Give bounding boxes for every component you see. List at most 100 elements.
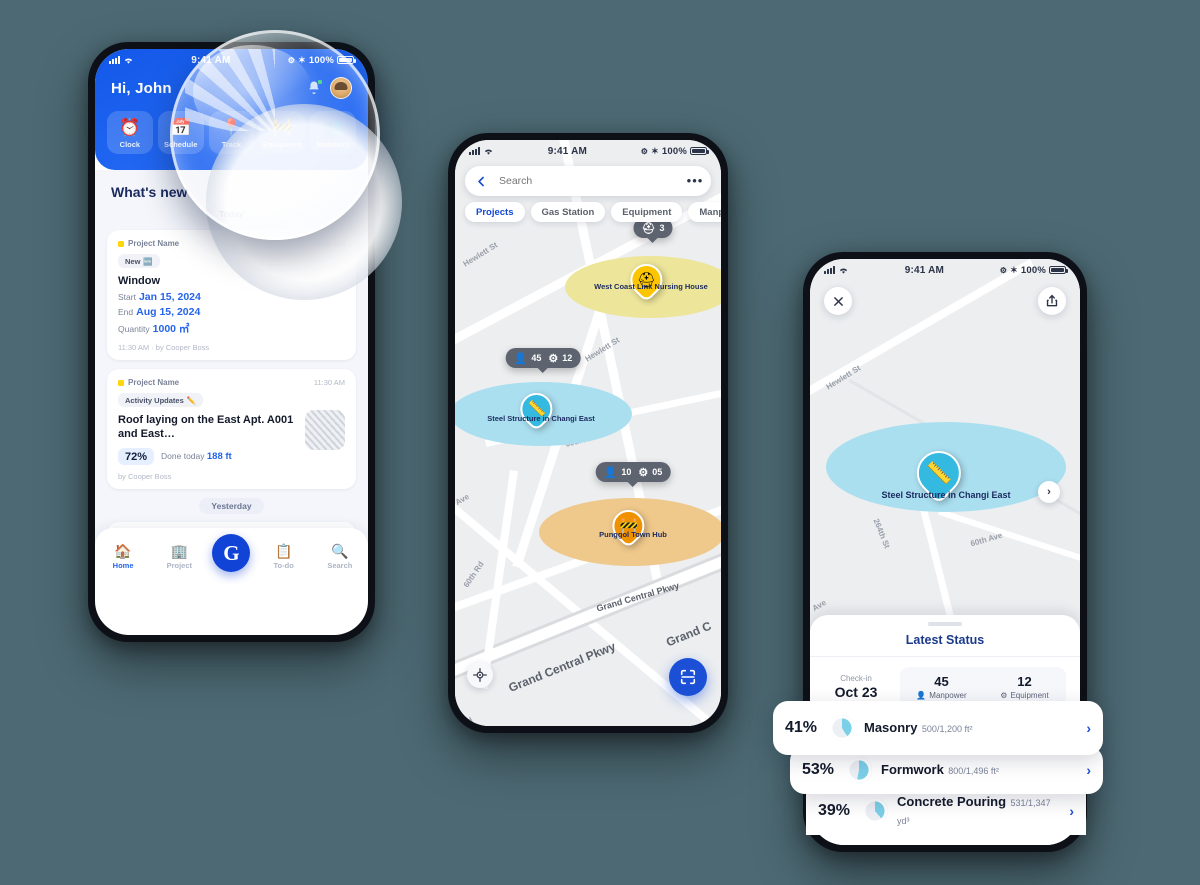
stat-label: Manpower — [929, 690, 967, 700]
road-label: 264th St — [871, 517, 892, 550]
equipment-icon: ⚙ — [638, 466, 649, 479]
back-button[interactable] — [469, 169, 493, 193]
status-time: 9:41 AM — [904, 264, 945, 276]
road-label: 60th Rd — [461, 559, 486, 590]
feed-card[interactable]: Project Name 11:30 AM Activity Updates ✏… — [107, 369, 356, 490]
card-field-quantity: Quantity 1000 ㎡ — [118, 321, 345, 336]
alarm-status-icon: ⚙ — [999, 265, 1008, 275]
share-button[interactable] — [1038, 287, 1066, 315]
map-badge-group[interactable]: 👤 45 ⚙ 12 — [505, 348, 581, 373]
nav-item-search[interactable]: 🔍 Search — [317, 543, 363, 570]
zone-label: West Coast Link Nursing House — [594, 282, 708, 291]
road-label: Hewlett St — [461, 240, 500, 269]
task-name: Formwork — [881, 762, 944, 777]
progress-percent: 72% — [118, 448, 155, 466]
stat-label-row: 👤 Manpower — [900, 691, 983, 700]
card-header: Project Name 11:30 AM — [118, 378, 345, 387]
card-title: Roof laying on the East Apt. A001 and Ea… — [118, 413, 294, 440]
signal-icon — [109, 56, 120, 64]
card-title: Window — [118, 274, 161, 287]
quick-action-clock[interactable]: ⏰ Clock — [107, 111, 153, 154]
bluetooth-icon: ✶ — [1010, 264, 1018, 275]
task-card-concrete-pouring[interactable]: 39% Concrete Pouring 531/1,347 yd³ › — [806, 787, 1086, 835]
nav-item-project[interactable]: 🏢 Project — [156, 543, 202, 570]
status-bar: 9:41 AM ⚙ ✶ 100% — [95, 49, 368, 71]
card-footer: by Cooper Boss — [118, 472, 172, 482]
header-actions — [306, 77, 352, 99]
quick-action-label: Members — [316, 140, 350, 149]
alarm-status-icon: ⚙ — [640, 146, 649, 156]
status-time: 9:41 AM — [547, 145, 588, 157]
chip-projects[interactable]: Projects — [465, 202, 525, 222]
checkin-label: Check-in — [840, 673, 872, 683]
progress-value: 188 ft — [206, 451, 232, 463]
close-icon — [833, 296, 843, 306]
search-bar[interactable]: ••• — [465, 166, 711, 196]
phone-home-feed: 9:41 AM ⚙ ✶ 100% Hi, John ⏰ Clock 📅 Sche… — [88, 30, 402, 642]
quick-action-schedule[interactable]: 📅 Schedule — [157, 111, 204, 154]
chevron-right-icon[interactable]: › — [1086, 720, 1091, 736]
status-bar: 9:41 AM ⚙ ✶ 100% — [810, 259, 1080, 281]
chip-equipment[interactable]: Equipment — [611, 202, 683, 222]
search-input[interactable] — [493, 175, 683, 187]
quick-action-equipment[interactable]: 🚧 Equipment — [259, 111, 306, 154]
phone-map-overview: Hewlett St Hewlett St 264th St 60th Ave … — [448, 133, 728, 733]
road-label: 60th Ave — [969, 530, 1004, 549]
chip-gas-station[interactable]: Gas Station — [530, 202, 606, 222]
zone-next-button[interactable]: › — [1038, 481, 1060, 503]
arrow-left-icon — [477, 176, 484, 186]
share-icon — [1046, 294, 1058, 307]
task-info: Masonry 500/1,200 ft² — [864, 719, 1080, 737]
g-logo-icon[interactable]: G — [212, 534, 251, 572]
chevron-right-icon[interactable]: › — [1069, 803, 1074, 819]
status-left — [824, 266, 849, 275]
task-info: Concrete Pouring 531/1,347 yd³ — [897, 793, 1063, 829]
progress-ring — [862, 798, 888, 824]
card-body: Roof laying on the East Apt. A001 and Ea… — [118, 408, 345, 466]
feed-card[interactable]: Project Name 11:30 AM New 🆕 Window Start… — [107, 230, 356, 361]
battery-icon — [1048, 265, 1068, 275]
card-project-label: Project Name — [128, 378, 180, 388]
chevron-right-icon[interactable]: › — [1086, 762, 1091, 778]
road-label: Ave — [810, 598, 828, 613]
stat-manpower: 45 👤 Manpower — [900, 674, 983, 700]
close-button[interactable] — [824, 287, 852, 315]
bluetooth-icon: ✶ — [298, 54, 306, 65]
notification-icon[interactable] — [306, 79, 323, 96]
stat-label-row: ⚙ Equipment — [983, 691, 1066, 700]
scan-button[interactable] — [669, 658, 707, 696]
progress-ring — [829, 715, 855, 741]
excavator-icon: 🚧 — [271, 118, 293, 137]
status-right: ⚙ ✶ 100% — [999, 264, 1068, 276]
feed-body: What's new Today Project Name 11:30 AM N… — [95, 170, 368, 584]
ruler-pencil-icon: 📏 — [925, 461, 952, 485]
task-name: Concrete Pouring — [897, 794, 1007, 809]
task-card-masonry[interactable]: 41% Masonry 500/1,200 ft² › — [773, 701, 1103, 755]
nav-item-home[interactable]: 🏠 Home — [100, 543, 146, 570]
map-canvas[interactable]: Hewlett St Hewlett St 264th St 60th Ave … — [455, 140, 721, 726]
map-badge-group[interactable]: 👤 10 ⚙ 05 — [595, 462, 671, 487]
people-icon: 👥 — [322, 118, 344, 137]
road-line — [938, 509, 1080, 586]
quick-action-members[interactable]: 👥 Members — [310, 111, 356, 154]
task-quantity: 500/1,200 ft² — [921, 724, 973, 734]
battery-icon — [689, 146, 709, 156]
status-time: 9:41 AM — [191, 54, 231, 66]
bottom-nav: 🏠 Home 🏢 Project G 📋 To-do 🔍 Search — [95, 528, 368, 584]
nav-label: Project — [166, 560, 192, 570]
nav-item-todo[interactable]: 📋 To-do — [261, 543, 307, 570]
quick-action-track[interactable]: 📍 Track — [208, 111, 255, 154]
nav-label: Search — [327, 560, 353, 570]
zone-label: Steel Structure in Changi East — [881, 490, 1011, 500]
detail-map[interactable]: Hewlett St 264th St 60th Ave Ave 📏 Steel… — [810, 259, 1080, 631]
stat-label: Equipment — [1010, 690, 1049, 700]
battery-percent: 100% — [308, 54, 334, 66]
more-options-button[interactable]: ••• — [683, 169, 707, 193]
filter-chips: Projects Gas Station Equipment Manpower — [465, 202, 721, 222]
locate-me-button[interactable] — [467, 662, 493, 688]
field-value: 1000 ㎡ — [152, 323, 190, 336]
chip-manpower[interactable]: Manpower — [688, 202, 721, 222]
avatar[interactable] — [330, 77, 352, 99]
ellipsis-icon: ••• — [686, 173, 704, 188]
status-dot — [118, 379, 124, 386]
